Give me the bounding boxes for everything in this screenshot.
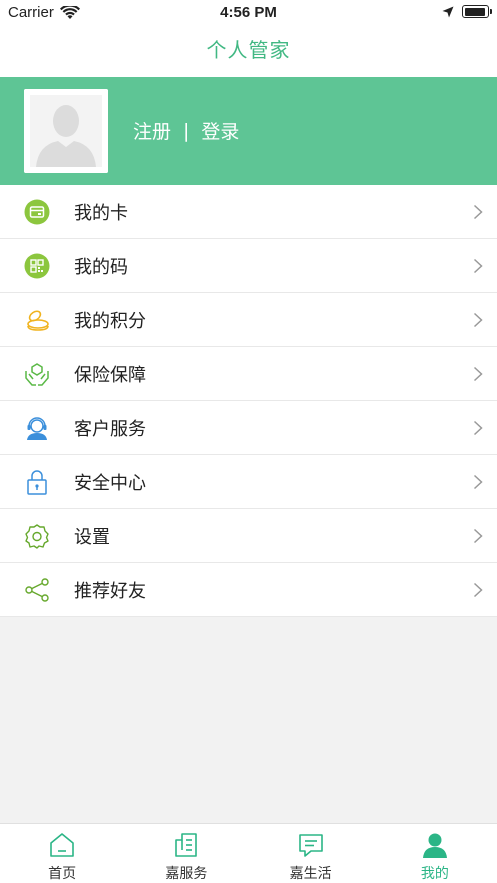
- tab-services[interactable]: 嘉服务: [124, 824, 248, 883]
- menu-item-my-points[interactable]: 我的积分: [0, 293, 497, 347]
- tab-label: 我的: [420, 866, 449, 882]
- card-icon: [24, 199, 50, 225]
- tab-me[interactable]: 我的: [373, 824, 497, 883]
- tab-life[interactable]: 嘉生活: [249, 824, 373, 883]
- tab-label: 嘉服务: [165, 866, 208, 882]
- home-icon: [50, 833, 74, 857]
- menu-item-my-card[interactable]: 我的卡: [0, 185, 497, 239]
- auth-links: 注册 | 登录: [133, 117, 239, 144]
- avatar[interactable]: [24, 89, 108, 173]
- customer-service-icon: [27, 417, 47, 440]
- chevron-right-icon: [473, 258, 483, 274]
- menu-item-label: 客户服务: [74, 418, 146, 440]
- qr-code-icon: [24, 253, 50, 279]
- tab-home[interactable]: 首页: [0, 824, 124, 883]
- page-title: 个人管家: [206, 38, 291, 62]
- menu-item-security-center[interactable]: 安全中心: [0, 455, 497, 509]
- menu-item-label: 安全中心: [74, 472, 146, 494]
- nav-bar: 个人管家: [0, 26, 497, 77]
- menu-item-refer-friends[interactable]: 推荐好友: [0, 563, 497, 617]
- login-link[interactable]: 登录: [201, 117, 239, 144]
- status-right: [442, 5, 492, 18]
- tab-bar: 首页 嘉服务 嘉生活 我的: [0, 823, 497, 883]
- menu-item-label: 我的码: [74, 256, 128, 278]
- status-time: 4:56 PM: [220, 4, 277, 21]
- menu-item-settings[interactable]: 设置: [0, 509, 497, 563]
- tab-label: 嘉生活: [289, 866, 332, 882]
- chevron-right-icon: [473, 528, 483, 544]
- gear-icon: [25, 524, 49, 549]
- location-arrow-icon: [442, 6, 454, 17]
- menu-item-label: 我的卡: [74, 202, 128, 224]
- service-doc-icon: [175, 833, 198, 857]
- insurance-shield-icon: [25, 363, 49, 386]
- battery-icon: [462, 5, 492, 18]
- menu-item-label: 我的积分: [74, 310, 146, 332]
- person-icon: [422, 833, 447, 858]
- menu-item-label: 保险保障: [74, 364, 146, 386]
- chevron-right-icon: [473, 582, 483, 598]
- menu-list: 我的卡 我的码 我的积分 保险保障 客户服务 安全中心 设置 推荐好友: [0, 185, 497, 617]
- menu-item-my-code[interactable]: 我的码: [0, 239, 497, 293]
- menu-item-label: 设置: [74, 526, 110, 548]
- register-link[interactable]: 注册: [133, 117, 171, 144]
- chevron-right-icon: [473, 312, 483, 328]
- default-avatar-icon: [24, 89, 108, 173]
- share-icon: [25, 578, 49, 602]
- profile-banner: 注册 | 登录: [0, 77, 497, 185]
- menu-item-customer-service[interactable]: 客户服务: [0, 401, 497, 455]
- tab-label: 首页: [48, 866, 77, 882]
- menu-item-insurance[interactable]: 保险保障: [0, 347, 497, 401]
- status-bar: Carrier 4:56 PM: [0, 0, 497, 26]
- chevron-right-icon: [473, 366, 483, 382]
- chevron-right-icon: [473, 420, 483, 436]
- chevron-right-icon: [473, 474, 483, 490]
- auth-separator: |: [183, 119, 190, 142]
- lock-icon: [27, 470, 47, 495]
- chat-icon: [298, 834, 323, 857]
- menu-item-label: 推荐好友: [74, 580, 146, 602]
- coins-icon: [27, 310, 49, 331]
- chevron-right-icon: [473, 204, 483, 220]
